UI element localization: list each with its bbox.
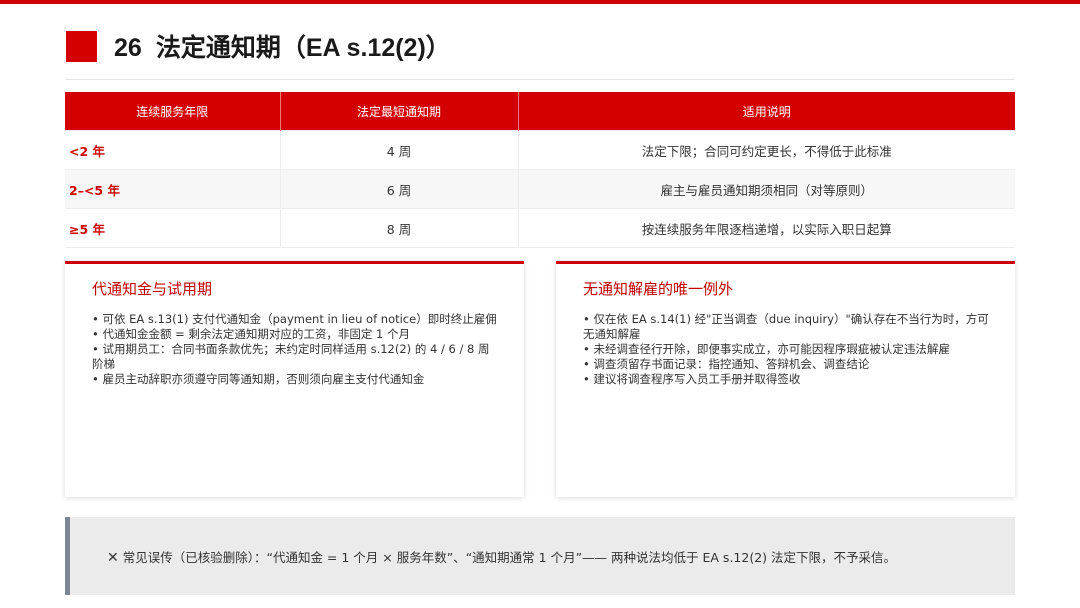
list-item: • 建议将调查程序写入员工手册并取得签收 xyxy=(583,372,801,386)
table-header-row: 连续服务年限 法定最短通知期 适用说明 xyxy=(65,92,1015,131)
myth-callout: ✕ 常见误传（已核验删除）：“代通知金 = 1 个月 × 服务年数”、“通知期通常… xyxy=(65,517,1015,595)
card-title: 无通知解雇的唯一例外 xyxy=(583,280,734,298)
cell-years: 2–<5 年 xyxy=(65,169,280,209)
list-item: • 未经调查径行开除，即便事实成立，亦可能因程序瑕疵被认定违法解雇 xyxy=(583,342,950,356)
table-row: 2–<5 年 6 周 雇主与雇员通知期须相同（对等原则） xyxy=(65,169,1015,209)
cell-period: 4 周 xyxy=(279,130,518,170)
cell-note: 雇主与雇员通知期须相同（对等原则） xyxy=(517,169,1015,209)
list-item: • 试用期员工：合同书面条款优先；未约定时同样适用 s.12(2) 的 4 / … xyxy=(92,342,490,371)
callout-text: ✕ 常见误传（已核验删除）：“代通知金 = 1 个月 × 服务年数”、“通知期通常… xyxy=(107,547,896,566)
list-item: • 仅在依 EA s.14(1) 经"正当调查（due inquiry）"确认存… xyxy=(583,312,989,341)
cell-years: ≥5 年 xyxy=(65,208,280,248)
notice-period-table: 连续服务年限 法定最短通知期 适用说明 <2 年 4 周 法定下限；合同可约定更… xyxy=(65,92,1015,248)
card-bullet-list: • 可依 EA s.13(1) 支付代通知金（payment in lieu o… xyxy=(92,312,500,387)
page-title: 26 法定通知期（EA s.12(2)） xyxy=(114,31,451,65)
card-pay-in-lieu: 代通知金与试用期 • 可依 EA s.13(1) 支付代通知金（payment … xyxy=(65,261,524,497)
cell-period: 6 周 xyxy=(279,169,518,209)
table-row: <2 年 4 周 法定下限；合同可约定更长，不得低于此标准 xyxy=(65,130,1015,170)
cell-years: <2 年 xyxy=(65,130,280,170)
list-item: • 可依 EA s.13(1) 支付代通知金（payment in lieu o… xyxy=(92,312,497,326)
card-dismissal-exception: 无通知解雇的唯一例外 • 仅在依 EA s.14(1) 经"正当调查（due i… xyxy=(556,261,1015,497)
title-text: 法定通知期（EA s.12(2)） xyxy=(155,34,451,62)
table-row: ≥5 年 8 周 按连续服务年限逐档递增，以实际入职日起算 xyxy=(65,208,1015,248)
title-divider xyxy=(65,79,1015,80)
cross-icon: ✕ xyxy=(107,550,119,566)
cell-note: 按连续服务年限逐档递增，以实际入职日起算 xyxy=(517,208,1015,248)
list-item: • 调查须留存书面记录：指控通知、答辩机会、调查结论 xyxy=(583,357,870,371)
card-bullet-list: • 仅在依 EA s.14(1) 经"正当调查（due inquiry）"确认存… xyxy=(583,312,991,387)
slide-number: 26 xyxy=(114,34,142,62)
header-service-years: 连续服务年限 xyxy=(65,92,280,131)
card-title: 代通知金与试用期 xyxy=(92,280,213,298)
cell-note: 法定下限；合同可约定更长，不得低于此标准 xyxy=(517,130,1015,170)
header-notice-period: 法定最短通知期 xyxy=(279,92,518,131)
callout-message: 常见误传（已核验删除）：“代通知金 = 1 个月 × 服务年数”、“通知期通常 … xyxy=(122,550,896,565)
cell-period: 8 周 xyxy=(279,208,518,248)
list-item: • 代通知金金额 = 剩余法定通知期对应的工资，非固定 1 个月 xyxy=(92,327,411,341)
list-item: • 雇员主动辞职亦须遵守同等通知期，否则须向雇主支付代通知金 xyxy=(92,372,425,386)
header-notes: 适用说明 xyxy=(517,92,1015,131)
title-marker xyxy=(66,31,97,62)
top-accent-bar xyxy=(0,0,1080,4)
